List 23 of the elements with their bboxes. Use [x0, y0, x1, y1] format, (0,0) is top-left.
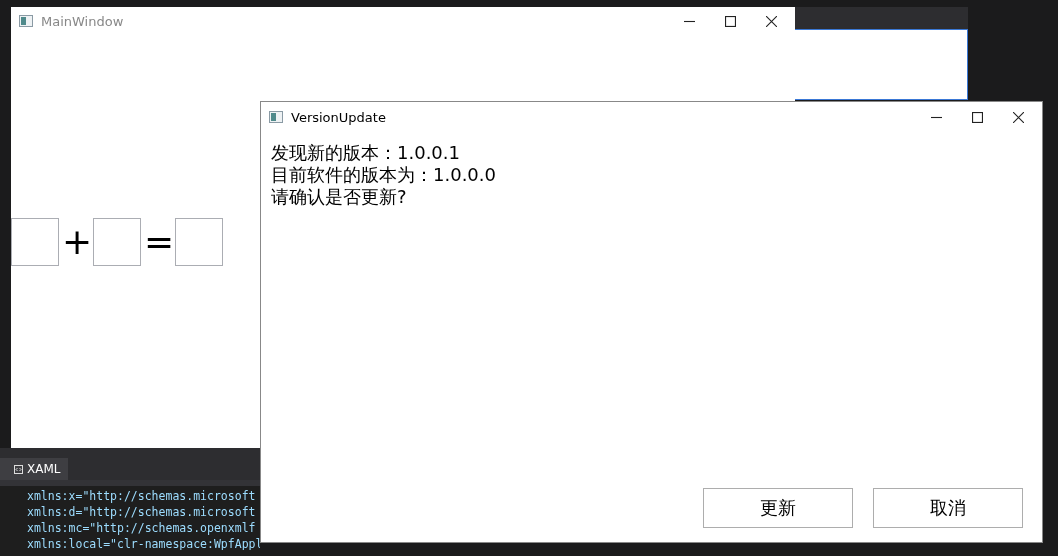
close-icon[interactable] — [1013, 111, 1024, 123]
app-icon — [19, 15, 33, 27]
message-text: 目前软件的版本为：1.0.0.0 — [271, 164, 497, 186]
maximize-icon[interactable] — [725, 15, 736, 27]
close-icon[interactable] — [766, 15, 777, 27]
input-field[interactable] — [93, 218, 141, 266]
code-line: xmlns:x="http://schemas.microsoft — [27, 488, 257, 504]
maximize-icon[interactable] — [972, 111, 983, 123]
dialog-button[interactable]: 取消 — [873, 488, 1023, 528]
input-field[interactable] — [175, 218, 223, 266]
app-icon — [269, 111, 283, 123]
input-field[interactable] — [11, 218, 59, 266]
window-title: VersionUpdate — [291, 109, 387, 125]
code-line: xmlns:mc="http://schemas.openxmlf — [27, 520, 257, 536]
code-line: xmlns:d="http://schemas.microsoft — [27, 504, 257, 520]
operator-sign: = — [144, 224, 172, 260]
xml-icon — [14, 464, 23, 474]
editor-tab[interactable]: XAML — [0, 458, 69, 480]
window-title: MainWindow — [41, 13, 125, 29]
message-text: 请确认是否更新? — [271, 186, 408, 208]
message-text: 发现新的版本：1.0.0.1 — [271, 142, 461, 164]
dialog-button[interactable]: 更新 — [703, 488, 853, 528]
operator-sign: + — [62, 224, 90, 260]
